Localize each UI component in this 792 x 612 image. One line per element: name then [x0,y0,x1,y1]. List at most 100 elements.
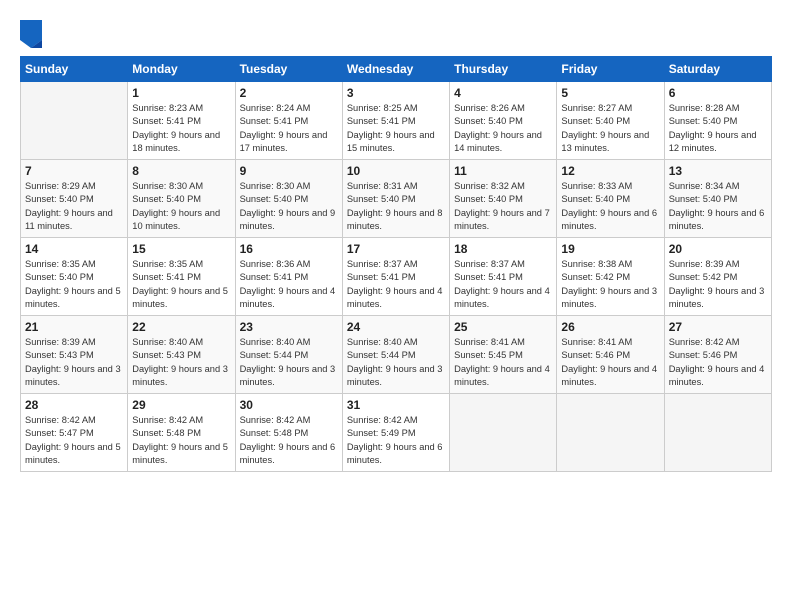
calendar-cell: 7 Sunrise: 8:29 AMSunset: 5:40 PMDaylight… [21,160,128,238]
calendar-cell: 28 Sunrise: 8:42 AMSunset: 5:47 PMDayligh… [21,394,128,472]
cell-content: Sunrise: 8:40 AMSunset: 5:44 PMDaylight:… [347,336,445,390]
day-number: 11 [454,164,552,178]
calendar-cell: 27Sunrise: 8:42 AMSunset: 5:46 PMDayligh… [664,316,771,394]
calendar-cell: 9 Sunrise: 8:30 AMSunset: 5:40 PMDaylight… [235,160,342,238]
calendar-cell [557,394,664,472]
cell-content: Sunrise: 8:42 AMSunset: 5:47 PMDaylight:… [25,414,123,468]
calendar-cell: 1 Sunrise: 8:23 AMSunset: 5:41 PMDaylight… [128,82,235,160]
calendar-cell: 20 Sunrise: 8:39 AMSunset: 5:42 PMDayligh… [664,238,771,316]
calendar-cell: 25 Sunrise: 8:41 AMSunset: 5:45 PMDayligh… [450,316,557,394]
calendar-cell: 5Sunrise: 8:27 AMSunset: 5:40 PMDaylight… [557,82,664,160]
col-header-tuesday: Tuesday [235,57,342,82]
cell-content: Sunrise: 8:31 AMSunset: 5:40 PMDaylight:… [347,180,445,234]
calendar-cell: 8Sunrise: 8:30 AMSunset: 5:40 PMDaylight… [128,160,235,238]
calendar-cell: 19 Sunrise: 8:38 AMSunset: 5:42 PMDayligh… [557,238,664,316]
day-number: 7 [25,164,123,178]
calendar-cell: 18Sunrise: 8:37 AMSunset: 5:41 PMDayligh… [450,238,557,316]
day-number: 10 [347,164,445,178]
calendar-cell: 22 Sunrise: 8:40 AMSunset: 5:43 PMDayligh… [128,316,235,394]
day-number: 20 [669,242,767,256]
day-number: 26 [561,320,659,334]
col-header-wednesday: Wednesday [342,57,449,82]
day-number: 2 [240,86,338,100]
calendar-cell [450,394,557,472]
week-row-1: 7 Sunrise: 8:29 AMSunset: 5:40 PMDaylight… [21,160,772,238]
cell-content: Sunrise: 8:39 AMSunset: 5:42 PMDaylight:… [669,258,767,312]
calendar-cell: 2 Sunrise: 8:24 AMSunset: 5:41 PMDaylight… [235,82,342,160]
calendar-cell: 10 Sunrise: 8:31 AMSunset: 5:40 PMDayligh… [342,160,449,238]
calendar-cell: 23 Sunrise: 8:40 AMSunset: 5:44 PMDayligh… [235,316,342,394]
day-number: 6 [669,86,767,100]
col-header-friday: Friday [557,57,664,82]
calendar-cell: 17Sunrise: 8:37 AMSunset: 5:41 PMDayligh… [342,238,449,316]
calendar-cell [21,82,128,160]
col-header-thursday: Thursday [450,57,557,82]
logo-icon [20,20,42,48]
calendar-cell: 13 Sunrise: 8:34 AMSunset: 5:40 PMDayligh… [664,160,771,238]
day-number: 12 [561,164,659,178]
day-number: 14 [25,242,123,256]
day-number: 8 [132,164,230,178]
calendar-cell: 15 Sunrise: 8:35 AMSunset: 5:41 PMDayligh… [128,238,235,316]
calendar-cell: 3 Sunrise: 8:25 AMSunset: 5:41 PMDaylight… [342,82,449,160]
calendar-cell: 16 Sunrise: 8:36 AMSunset: 5:41 PMDayligh… [235,238,342,316]
day-number: 25 [454,320,552,334]
calendar-cell: 4Sunrise: 8:26 AMSunset: 5:40 PMDaylight… [450,82,557,160]
col-header-sunday: Sunday [21,57,128,82]
week-row-4: 28 Sunrise: 8:42 AMSunset: 5:47 PMDayligh… [21,394,772,472]
cell-content: Sunrise: 8:42 AMSunset: 5:48 PMDaylight:… [132,414,230,468]
calendar-cell: 21 Sunrise: 8:39 AMSunset: 5:43 PMDayligh… [21,316,128,394]
day-number: 15 [132,242,230,256]
calendar-cell: 12Sunrise: 8:33 AMSunset: 5:40 PMDayligh… [557,160,664,238]
cell-content: Sunrise: 8:37 AMSunset: 5:41 PMDaylight:… [347,258,445,312]
day-number: 30 [240,398,338,412]
calendar-cell: 14 Sunrise: 8:35 AMSunset: 5:40 PMDayligh… [21,238,128,316]
cell-content: Sunrise: 8:28 AMSunset: 5:40 PMDaylight:… [669,102,767,156]
cell-content: Sunrise: 8:35 AMSunset: 5:40 PMDaylight:… [25,258,123,312]
day-number: 16 [240,242,338,256]
cell-content: Sunrise: 8:39 AMSunset: 5:43 PMDaylight:… [25,336,123,390]
day-number: 19 [561,242,659,256]
cell-content: Sunrise: 8:24 AMSunset: 5:41 PMDaylight:… [240,102,338,156]
day-number: 13 [669,164,767,178]
day-number: 1 [132,86,230,100]
week-row-3: 21 Sunrise: 8:39 AMSunset: 5:43 PMDayligh… [21,316,772,394]
cell-content: Sunrise: 8:23 AMSunset: 5:41 PMDaylight:… [132,102,230,156]
cell-content: Sunrise: 8:29 AMSunset: 5:40 PMDaylight:… [25,180,123,234]
page: SundayMondayTuesdayWednesdayThursdayFrid… [0,0,792,612]
logo [20,22,45,48]
calendar-cell [664,394,771,472]
calendar-table: SundayMondayTuesdayWednesdayThursdayFrid… [20,56,772,472]
cell-content: Sunrise: 8:30 AMSunset: 5:40 PMDaylight:… [240,180,338,234]
calendar-cell: 29Sunrise: 8:42 AMSunset: 5:48 PMDayligh… [128,394,235,472]
cell-content: Sunrise: 8:40 AMSunset: 5:43 PMDaylight:… [132,336,230,390]
col-header-saturday: Saturday [664,57,771,82]
cell-content: Sunrise: 8:37 AMSunset: 5:41 PMDaylight:… [454,258,552,312]
cell-content: Sunrise: 8:41 AMSunset: 5:45 PMDaylight:… [454,336,552,390]
calendar-cell: 11Sunrise: 8:32 AMSunset: 5:40 PMDayligh… [450,160,557,238]
day-number: 22 [132,320,230,334]
calendar-cell: 6 Sunrise: 8:28 AMSunset: 5:40 PMDaylight… [664,82,771,160]
week-row-0: 1 Sunrise: 8:23 AMSunset: 5:41 PMDaylight… [21,82,772,160]
day-number: 3 [347,86,445,100]
cell-content: Sunrise: 8:36 AMSunset: 5:41 PMDaylight:… [240,258,338,312]
cell-content: Sunrise: 8:38 AMSunset: 5:42 PMDaylight:… [561,258,659,312]
cell-content: Sunrise: 8:35 AMSunset: 5:41 PMDaylight:… [132,258,230,312]
day-number: 23 [240,320,338,334]
day-number: 21 [25,320,123,334]
day-number: 9 [240,164,338,178]
cell-content: Sunrise: 8:40 AMSunset: 5:44 PMDaylight:… [240,336,338,390]
cell-content: Sunrise: 8:25 AMSunset: 5:41 PMDaylight:… [347,102,445,156]
day-number: 31 [347,398,445,412]
cell-content: Sunrise: 8:42 AMSunset: 5:49 PMDaylight:… [347,414,445,468]
week-row-2: 14 Sunrise: 8:35 AMSunset: 5:40 PMDayligh… [21,238,772,316]
day-number: 27 [669,320,767,334]
cell-content: Sunrise: 8:42 AMSunset: 5:48 PMDaylight:… [240,414,338,468]
day-number: 28 [25,398,123,412]
header-row: SundayMondayTuesdayWednesdayThursdayFrid… [21,57,772,82]
day-number: 4 [454,86,552,100]
day-number: 5 [561,86,659,100]
calendar-cell: 24 Sunrise: 8:40 AMSunset: 5:44 PMDayligh… [342,316,449,394]
day-number: 24 [347,320,445,334]
cell-content: Sunrise: 8:34 AMSunset: 5:40 PMDaylight:… [669,180,767,234]
